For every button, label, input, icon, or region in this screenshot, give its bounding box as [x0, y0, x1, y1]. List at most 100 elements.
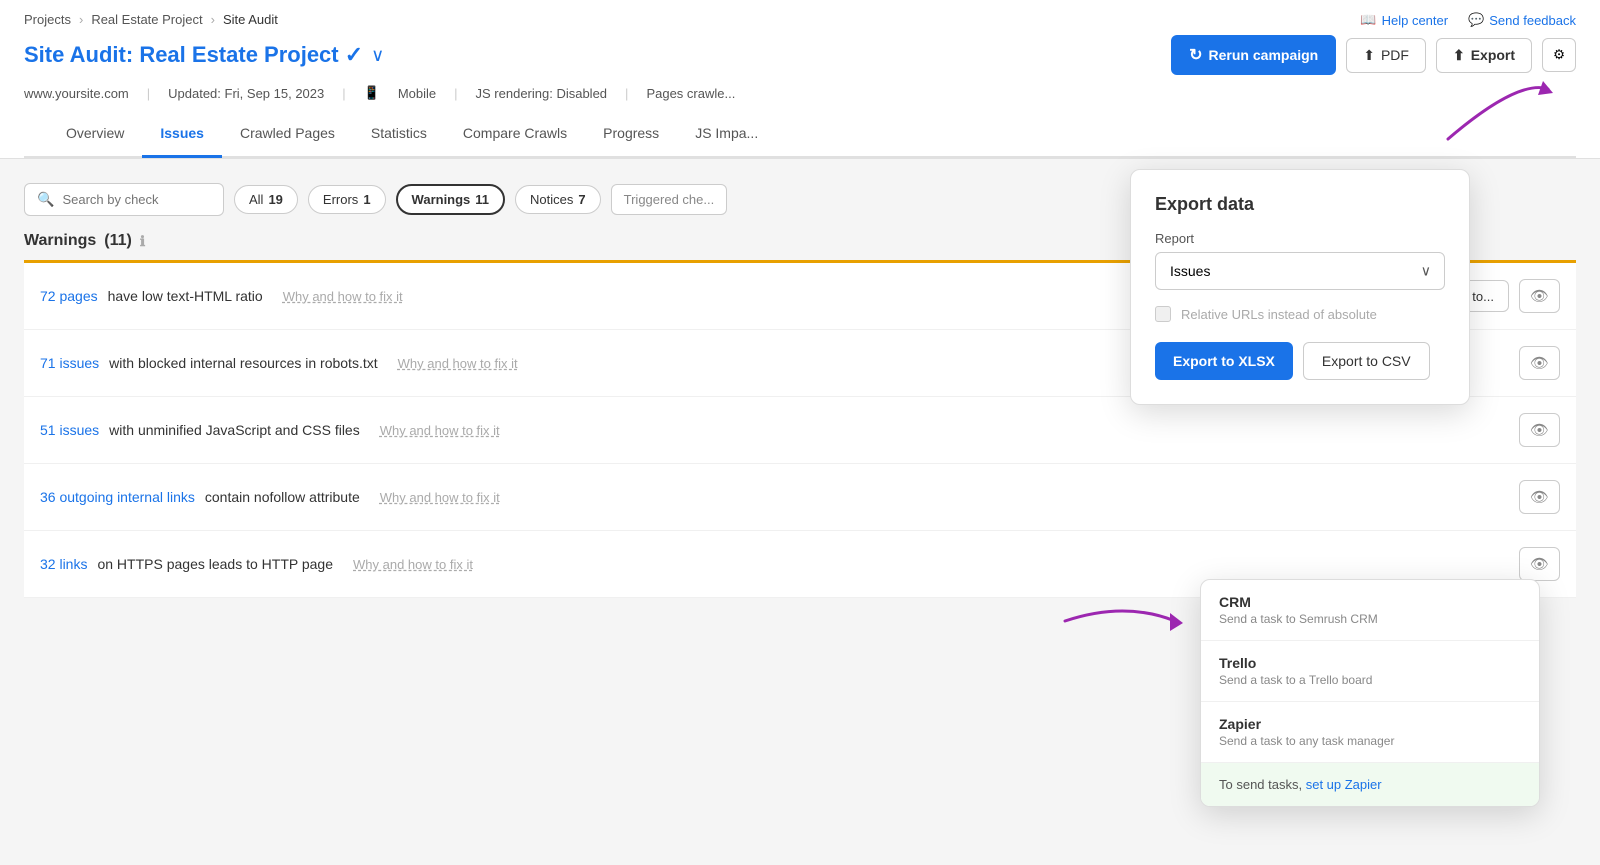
- export-xlsx-button[interactable]: Export to XLSX: [1155, 342, 1293, 380]
- meta-updated: Updated: Fri, Sep 15, 2023: [168, 86, 324, 101]
- book-icon: 📖: [1360, 12, 1376, 28]
- main-content: 🔍 All 19 Errors 1 Warnings 11 Notices 7 …: [0, 159, 1600, 759]
- breadcrumb-projects[interactable]: Projects: [24, 12, 71, 27]
- filter-errors-button[interactable]: Errors 1: [308, 185, 386, 214]
- search-icon: 🔍: [37, 191, 54, 208]
- send-to-arrow-decoration: [1055, 591, 1195, 651]
- relative-urls-checkbox[interactable]: [1155, 306, 1171, 322]
- export-csv-button[interactable]: Export to CSV: [1303, 342, 1430, 380]
- site-audit-label: Site Audit: Real Estate Project ✓: [24, 42, 363, 68]
- issue-left-3: 51 issues with unminified JavaScript and…: [40, 422, 500, 438]
- filter-all-button[interactable]: All 19: [234, 185, 298, 214]
- filter-all-count: 19: [268, 192, 282, 207]
- rerun-label: Rerun campaign: [1209, 47, 1319, 63]
- send-to-zapier-item[interactable]: Zapier Send a task to any task manager: [1201, 702, 1539, 763]
- meta-js: JS rendering: Disabled: [476, 86, 608, 101]
- issue-text-3: with unminified JavaScript and CSS files: [109, 422, 360, 438]
- triggered-check-filter[interactable]: Triggered che...: [611, 184, 728, 215]
- trello-title: Trello: [1219, 655, 1521, 671]
- gear-icon: ⚙: [1553, 47, 1565, 63]
- eye-icon-1: 👁: [1530, 287, 1549, 305]
- zapier-title: Zapier: [1219, 716, 1521, 732]
- tabs: Overview Issues Crawled Pages Statistics…: [24, 111, 1576, 158]
- rerun-campaign-button[interactable]: ↻ Rerun campaign: [1171, 35, 1336, 75]
- issue-fix-1[interactable]: Why and how to fix it: [283, 289, 403, 304]
- issue-fix-4[interactable]: Why and how to fix it: [380, 490, 500, 505]
- breadcrumb-site-audit: Site Audit: [223, 12, 278, 27]
- tab-js-impact[interactable]: JS Impa...: [677, 111, 776, 158]
- export-panel: Export data Report Issues ∨ Relative URL…: [1130, 169, 1470, 405]
- issue-left-4: 36 outgoing internal links contain nofol…: [40, 489, 500, 505]
- relative-urls-label: Relative URLs instead of absolute: [1181, 307, 1377, 322]
- meta-sep2: |: [342, 86, 345, 101]
- help-center-link[interactable]: 📖 Help center: [1360, 12, 1448, 28]
- project-name[interactable]: Real Estate Project ✓: [139, 42, 363, 67]
- tab-issues[interactable]: Issues: [142, 111, 222, 158]
- issue-link-4[interactable]: 36 outgoing internal links: [40, 489, 195, 505]
- issue-fix-5[interactable]: Why and how to fix it: [353, 557, 473, 572]
- setup-zapier-link[interactable]: set up Zapier: [1306, 777, 1382, 792]
- tab-crawled-pages[interactable]: Crawled Pages: [222, 111, 353, 158]
- export-icon: ⬆: [1453, 47, 1465, 64]
- issue-link-3[interactable]: 51 issues: [40, 422, 99, 438]
- tab-statistics[interactable]: Statistics: [353, 111, 445, 158]
- issue-link-5[interactable]: 32 links: [40, 556, 87, 572]
- pdf-icon: ⬆: [1363, 47, 1375, 64]
- issue-right-5: 👁: [1519, 547, 1560, 581]
- breadcrumb-sep1: ›: [79, 12, 83, 27]
- issue-link-1[interactable]: 72 pages: [40, 288, 98, 304]
- issue-fix-3[interactable]: Why and how to fix it: [380, 423, 500, 438]
- issue-left-1: 72 pages have low text-HTML ratio Why an…: [40, 288, 403, 304]
- eye-button-2[interactable]: 👁: [1519, 346, 1560, 380]
- meta-url: www.yoursite.com: [24, 86, 129, 101]
- title-group: Site Audit: Real Estate Project ✓ ∨: [24, 42, 384, 68]
- breadcrumb-sep2: ›: [211, 12, 215, 27]
- export-label: Export: [1471, 47, 1515, 63]
- issue-right-2: 👁: [1519, 346, 1560, 380]
- filter-errors-count: 1: [363, 192, 370, 207]
- export-report-select[interactable]: Issues: [1155, 252, 1445, 290]
- filter-warnings-button[interactable]: Warnings 11: [396, 184, 506, 215]
- meta-pages: Pages crawle...: [646, 86, 735, 101]
- meta-device: Mobile: [398, 86, 436, 101]
- tab-compare-crawls[interactable]: Compare Crawls: [445, 111, 585, 158]
- issue-text-5: on HTTPS pages leads to HTTP page: [97, 556, 333, 572]
- triggered-label: Triggered che...: [624, 192, 715, 207]
- crm-desc: Send a task to Semrush CRM: [1219, 612, 1521, 626]
- pdf-button[interactable]: ⬆ PDF: [1346, 38, 1426, 73]
- section-title-text: Warnings: [24, 232, 96, 250]
- eye-button-5[interactable]: 👁: [1519, 547, 1560, 581]
- breadcrumb-real-estate[interactable]: Real Estate Project: [91, 12, 202, 27]
- help-center-label: Help center: [1382, 13, 1448, 28]
- search-input[interactable]: [62, 192, 211, 207]
- header-actions: ↻ Rerun campaign ⬆ PDF ⬆ Export ⚙: [1171, 35, 1576, 75]
- send-to-footer: To send tasks, set up Zapier: [1201, 763, 1539, 806]
- issue-text-1: have low text-HTML ratio: [108, 288, 263, 304]
- issue-item-4: 36 outgoing internal links contain nofol…: [24, 464, 1576, 531]
- meta-row: www.yoursite.com | Updated: Fri, Sep 15,…: [24, 79, 1576, 111]
- issue-link-2[interactable]: 71 issues: [40, 355, 99, 371]
- crm-title: CRM: [1219, 594, 1521, 610]
- search-box[interactable]: 🔍: [24, 183, 224, 216]
- eye-button-1[interactable]: 👁: [1519, 279, 1560, 313]
- site-audit-text: Site Audit:: [24, 42, 133, 67]
- send-to-trello-item[interactable]: Trello Send a task to a Trello board: [1201, 641, 1539, 702]
- tab-progress[interactable]: Progress: [585, 111, 677, 158]
- export-button[interactable]: ⬆ Export: [1436, 38, 1532, 73]
- export-actions: Export to XLSX Export to CSV: [1155, 342, 1445, 380]
- send-feedback-link[interactable]: 💬 Send feedback: [1468, 12, 1576, 28]
- eye-button-3[interactable]: 👁: [1519, 413, 1560, 447]
- mobile-icon: 📱: [364, 85, 380, 101]
- filter-warnings-label: Warnings: [412, 192, 471, 207]
- filter-notices-button[interactable]: Notices 7: [515, 185, 601, 214]
- project-dropdown-chevron[interactable]: ∨: [371, 45, 384, 66]
- tab-overview[interactable]: Overview: [48, 111, 142, 158]
- issue-left-2: 71 issues with blocked internal resource…: [40, 355, 518, 371]
- issue-fix-2[interactable]: Why and how to fix it: [398, 356, 518, 371]
- send-feedback-label: Send feedback: [1489, 13, 1576, 28]
- send-to-crm-item[interactable]: CRM Send a task to Semrush CRM: [1201, 580, 1539, 641]
- info-icon[interactable]: ℹ: [140, 233, 145, 250]
- issue-item-3: 51 issues with unminified JavaScript and…: [24, 397, 1576, 464]
- eye-button-4[interactable]: 👁: [1519, 480, 1560, 514]
- settings-button[interactable]: ⚙: [1542, 38, 1576, 72]
